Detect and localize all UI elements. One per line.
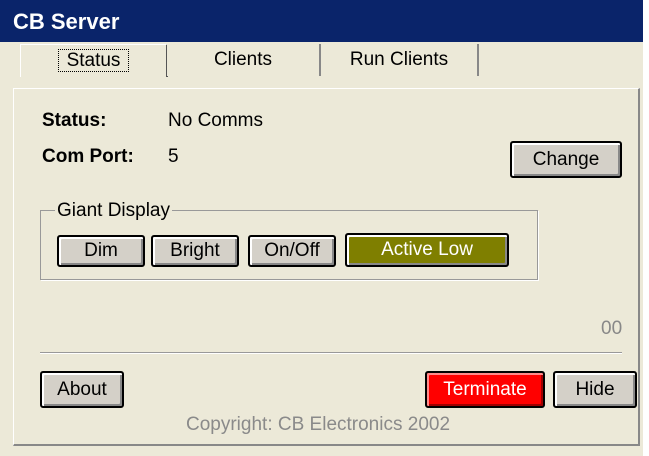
tab-status-label: Status	[57, 49, 130, 72]
tab-status[interactable]: Status	[20, 44, 168, 77]
dim-button[interactable]: Dim	[57, 235, 145, 267]
window-title: CB Server	[13, 9, 120, 34]
on-off-button-label: On/Off	[264, 240, 320, 261]
hide-button-label: Hide	[575, 378, 615, 400]
terminate-button[interactable]: Terminate	[425, 371, 545, 408]
tab-strip: Status Clients Run Clients	[14, 42, 614, 78]
bright-button-label: Bright	[170, 240, 220, 261]
title-bar[interactable]: CB Server	[0, 0, 643, 42]
bright-button[interactable]: Bright	[151, 235, 239, 267]
status-label: Status:	[42, 110, 107, 131]
giant-display-label: Giant Display	[55, 200, 172, 222]
active-low-button-label: Active Low	[381, 239, 473, 260]
com-port-value: 5	[168, 146, 179, 167]
copyright-text: Copyright: CB Electronics 2002	[186, 414, 451, 435]
hide-button[interactable]: Hide	[553, 371, 637, 408]
tab-clients[interactable]: Clients	[167, 44, 321, 76]
terminate-button-label: Terminate	[443, 378, 527, 400]
change-button-label: Change	[532, 148, 600, 170]
change-button[interactable]: Change	[510, 141, 622, 178]
active-low-button[interactable]: Active Low	[345, 233, 509, 267]
status-value: No Comms	[168, 110, 264, 131]
about-button-label: About	[57, 378, 107, 400]
on-off-button[interactable]: On/Off	[248, 235, 336, 267]
dim-button-label: Dim	[84, 240, 118, 261]
counter-value: 00	[601, 318, 623, 339]
window-right-edge	[643, 0, 649, 456]
tab-run-clients[interactable]: Run Clients	[321, 44, 479, 76]
tab-clients-label: Clients	[213, 49, 273, 70]
divider	[40, 352, 622, 354]
about-button[interactable]: About	[40, 371, 124, 408]
cb-server-window: CB Server Status Clients Run Clients Sta…	[0, 0, 649, 456]
tab-run-clients-label: Run Clients	[349, 49, 449, 70]
com-port-label: Com Port:	[42, 146, 134, 167]
